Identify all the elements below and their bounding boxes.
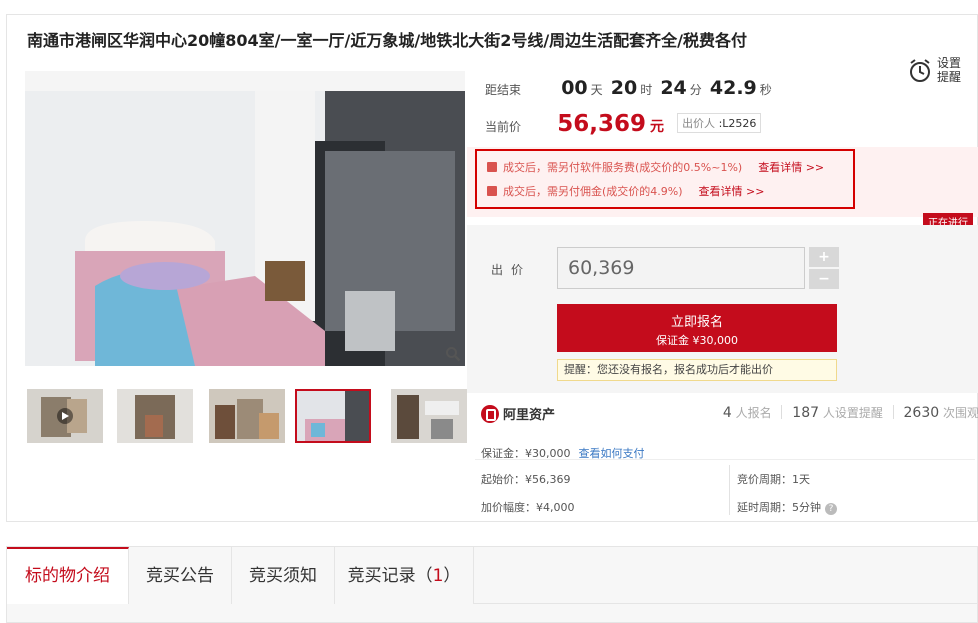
delay-period: 延时周期：5分钟? — [737, 499, 837, 515]
fee-notice-1-text: 成交后，需另付软件服务费(成交价的0.5%~1%) — [503, 161, 743, 174]
enroll-button[interactable]: 立即报名 保证金 ¥30,000 — [557, 304, 837, 352]
current-price-label: 当前价 — [485, 120, 522, 134]
thumbnail-3[interactable] — [209, 389, 285, 443]
bidder-tag: 出价人 :L2526 — [677, 113, 762, 133]
tab-item-intro[interactable]: 标的物介绍 — [7, 547, 129, 604]
current-price-value: 56,369 — [557, 111, 646, 137]
signups-count: 4 — [722, 405, 732, 421]
bidder-id: :L2526 — [718, 117, 757, 130]
countdown-minutes-unit: 分 — [689, 83, 702, 97]
tab-bid-records-suffix: ） — [443, 566, 461, 586]
remind-label-1: 设置 — [937, 56, 962, 70]
thumbnail-1-image — [27, 389, 103, 443]
bid-panel: 出价 60,369 + − 立即报名 保证金 ¥30,000 提醒：您还没有报名… — [467, 225, 978, 393]
gift-icon — [487, 162, 497, 172]
ali-asset-icon — [481, 405, 499, 423]
fee-notice-2-link[interactable]: 查看详情 >> — [699, 185, 765, 198]
divider — [475, 459, 975, 460]
bidder-label: 出价人 — [682, 117, 716, 130]
bid-records-count: 1 — [432, 566, 444, 586]
countdown-seconds-unit: 秒 — [759, 83, 772, 97]
auction-card: 南通市港闸区华润中心20幢804室/一室一厅/近万象城/地铁北大街2号线/周边生… — [6, 14, 978, 522]
countdown: 距结束 00 天 20 时 24 分 42.9 秒 — [485, 77, 865, 107]
tab-bar: 标的物介绍 竞买公告 竞买须知 竞买记录（1） — [6, 546, 978, 623]
bid-period: 竞价周期：1天 — [737, 473, 810, 486]
divider — [729, 465, 730, 515]
thumbnail-2-image — [117, 389, 193, 443]
views-label: 次围观 — [942, 406, 978, 420]
set-reminder-button[interactable]: 设置 提醒 — [907, 55, 971, 89]
stats-row: 阿里资产 4 人报名 187 人设置提醒 2630 次围观 — [467, 393, 978, 433]
page-title: 南通市港闸区华润中心20幢804室/一室一厅/近万象城/地铁北大街2号线/周边生… — [27, 31, 748, 50]
brand-logo: 阿里资产 — [481, 404, 555, 423]
countdown-days: 00 — [561, 77, 588, 99]
zoom-icon[interactable] — [445, 346, 461, 362]
bid-minus-button[interactable]: − — [809, 269, 839, 289]
thumbnail-strip — [27, 389, 467, 443]
countdown-seconds: 42.9 — [709, 77, 757, 99]
tab-strip: 标的物介绍 竞买公告 竞买须知 竞买记录（1） — [7, 547, 978, 604]
thumbnail-4-image — [297, 391, 369, 441]
signups-label: 人报名 — [735, 406, 772, 420]
thumbnail-2[interactable] — [117, 389, 193, 443]
tab-notice[interactable]: 竞买须知 — [232, 547, 335, 604]
increment: 加价幅度：¥4,000 — [481, 501, 575, 514]
reminders-count: 187 — [792, 405, 820, 421]
fee-notice-2-text: 成交后，需另付佣金(成交价的4.9%) — [503, 185, 683, 198]
fee-notice-1: 成交后，需另付软件服务费(成交价的0.5%~1%) 查看详情 >> — [487, 159, 824, 175]
bid-amount-input[interactable]: 60,369 — [557, 247, 805, 289]
bedroom-photo — [25, 71, 465, 366]
tab-bid-records-label: 竞买记录（ — [347, 566, 433, 586]
thumbnail-5-image — [391, 389, 467, 443]
reminders-label: 人设置提醒 — [822, 406, 883, 420]
gift-icon — [487, 186, 497, 196]
delay-period-text: 延时周期：5分钟 — [737, 501, 821, 514]
tab-announcement[interactable]: 竞买公告 — [129, 547, 232, 604]
countdown-label: 距结束 — [485, 83, 522, 97]
thumbnail-5[interactable] — [391, 389, 467, 443]
thumbnail-1[interactable] — [27, 389, 103, 443]
start-price: 起始价：¥56,369 — [481, 473, 571, 486]
countdown-hours-unit: 时 — [640, 83, 653, 97]
current-price-row: 当前价 56,369 元 出价人 :L2526 — [485, 111, 865, 145]
bid-label: 出价 — [491, 263, 532, 277]
main-photo[interactable] — [25, 71, 465, 366]
countdown-hours: 20 — [610, 77, 638, 99]
remind-label-2: 提醒 — [937, 70, 962, 84]
tab-bid-records[interactable]: 竞买记录（1） — [335, 547, 474, 604]
thumbnail-3-image — [209, 389, 285, 443]
alarm-clock-icon — [910, 59, 930, 82]
current-price-unit: 元 — [649, 119, 664, 135]
enroll-button-title: 立即报名 — [670, 315, 723, 330]
fee-notice-box: 成交后，需另付软件服务费(成交价的0.5%~1%) 查看详情 >> 成交后，需另付… — [475, 149, 855, 209]
stats: 4 人报名 187 人设置提醒 2630 次围观 — [713, 404, 978, 421]
enroll-tip: 提醒：您还没有报名，报名成功后才能出价 — [557, 359, 837, 381]
help-icon[interactable]: ? — [825, 503, 837, 515]
enroll-button-deposit: 保证金 ¥30,000 — [656, 334, 738, 347]
fee-notice-band: 成交后，需另付软件服务费(成交价的0.5%~1%) 查看详情 >> 成交后，需另付… — [467, 147, 978, 217]
fee-notice-2: 成交后，需另付佣金(成交价的4.9%) 查看详情 >> — [487, 183, 764, 199]
bid-plus-button[interactable]: + — [809, 247, 839, 267]
thumbnail-4-active[interactable] — [295, 389, 371, 443]
views-count: 2630 — [903, 405, 940, 421]
fee-notice-1-link[interactable]: 查看详情 >> — [758, 161, 824, 174]
brand-name: 阿里资产 — [503, 408, 556, 423]
countdown-minutes: 24 — [660, 77, 687, 99]
countdown-days-unit: 天 — [590, 83, 603, 97]
